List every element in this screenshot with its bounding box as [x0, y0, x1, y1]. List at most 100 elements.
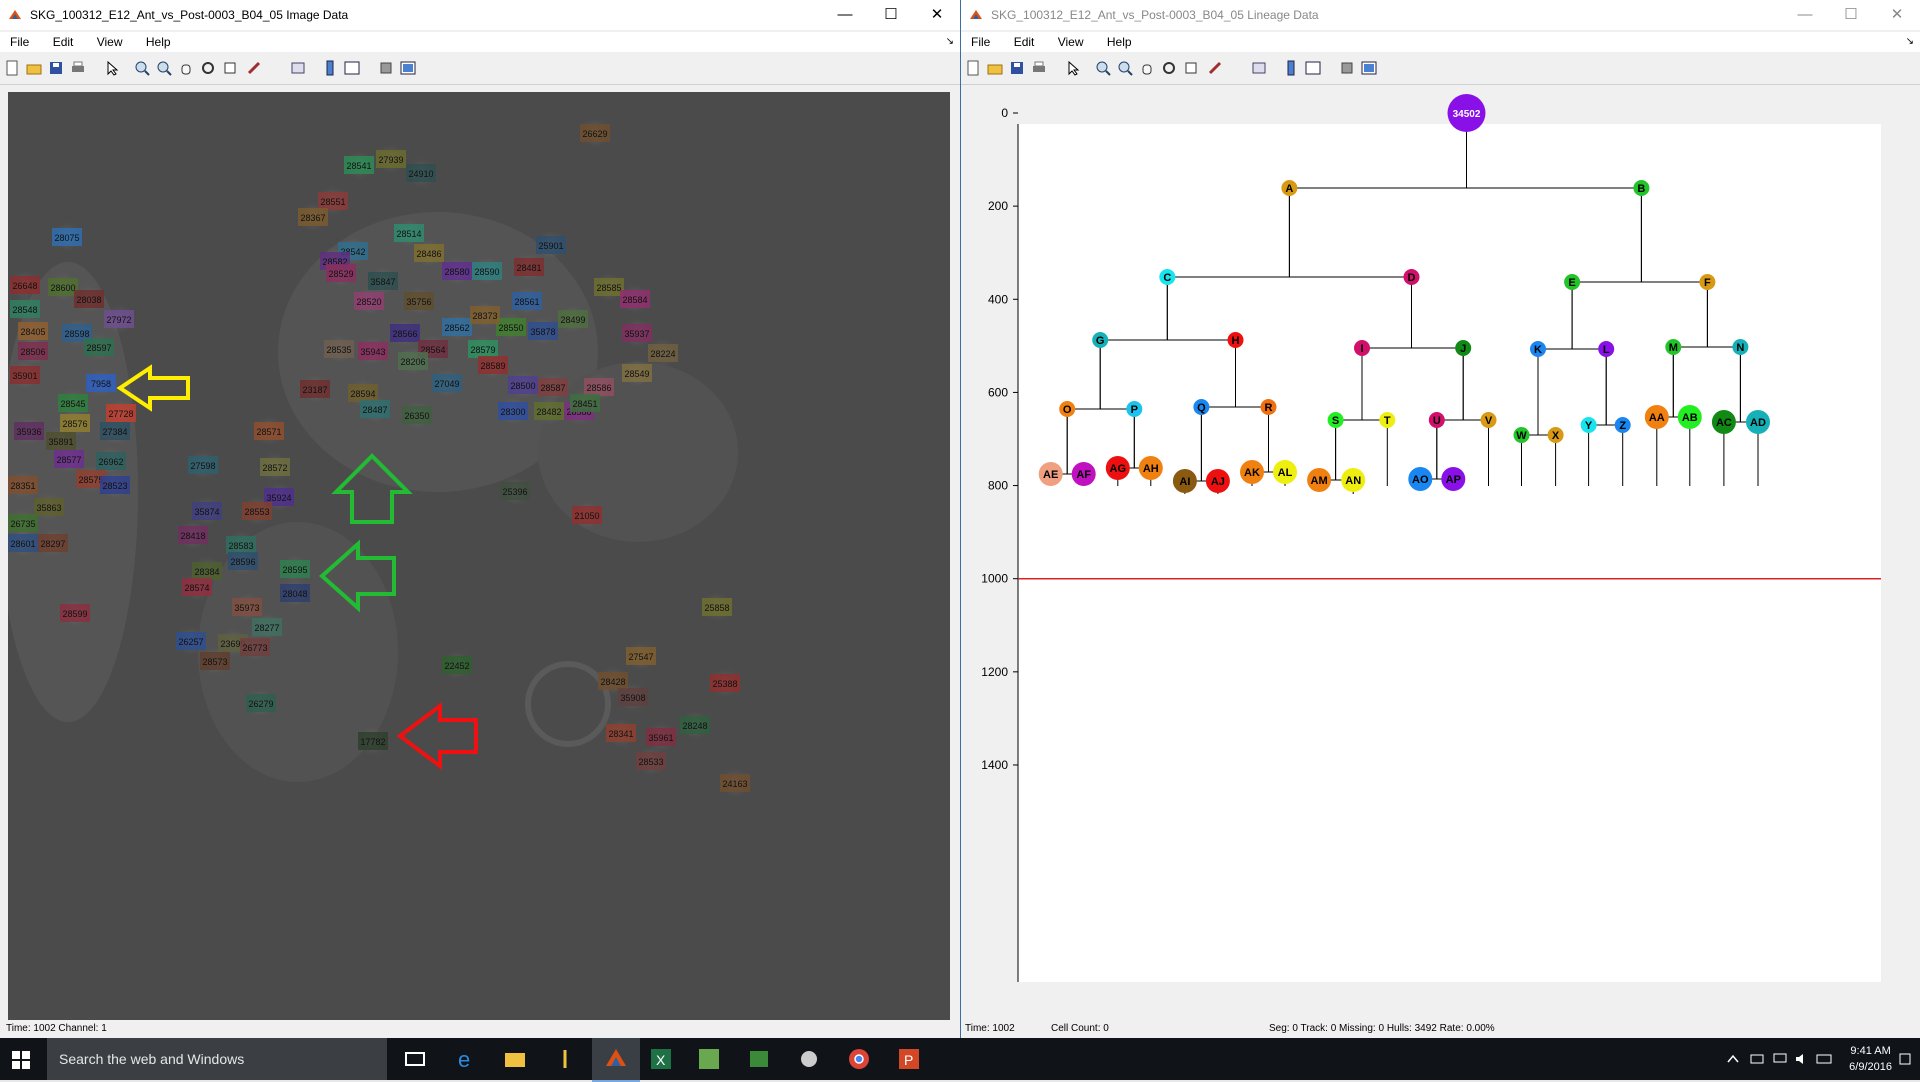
- battery-icon[interactable]: [1750, 1052, 1766, 1066]
- cell-label[interactable]: 28600: [48, 278, 78, 296]
- analysis-app-icon[interactable]: [744, 1045, 774, 1073]
- zoom-out-icon[interactable]: [1117, 60, 1133, 76]
- cell-label[interactable]: 26279: [246, 694, 276, 712]
- lineage-node-r[interactable]: R: [1260, 399, 1277, 415]
- cell-label[interactable]: 27384: [100, 422, 130, 440]
- brush-icon[interactable]: [1207, 60, 1223, 76]
- cell-label[interactable]: 28451: [570, 394, 600, 412]
- lineage-node-w[interactable]: W: [1513, 427, 1530, 443]
- lineage-node-i[interactable]: I: [1354, 340, 1370, 356]
- clock[interactable]: 9:41 AM 6/9/2016: [1849, 1043, 1892, 1075]
- save-icon[interactable]: [48, 60, 64, 76]
- cell-label[interactable]: 28418: [178, 526, 208, 544]
- lineage-node-k[interactable]: K: [1530, 341, 1546, 357]
- cell-label[interactable]: 28481: [514, 258, 544, 276]
- lineage-node-f[interactable]: F: [1699, 274, 1716, 290]
- cell-label[interactable]: 28599: [60, 604, 90, 622]
- close-button[interactable]: ✕: [1874, 0, 1920, 30]
- link-plot-icon[interactable]: [1251, 60, 1267, 76]
- pan-hand-icon[interactable]: [1139, 60, 1155, 76]
- cell-label[interactable]: 28549: [622, 364, 652, 382]
- cell-label[interactable]: 28482: [534, 402, 564, 420]
- lineage-node-ak[interactable]: AK: [1240, 460, 1264, 484]
- cell-label[interactable]: 28248: [680, 716, 710, 734]
- lineage-node-t[interactable]: T: [1379, 412, 1396, 428]
- cell-label[interactable]: 26773: [240, 638, 270, 656]
- cell-label[interactable]: 28523: [100, 476, 130, 494]
- menu-view[interactable]: View: [1058, 32, 1084, 49]
- lineage-node-ab[interactable]: AB: [1677, 405, 1702, 429]
- cell-label[interactable]: 35973: [232, 598, 262, 616]
- cell-label[interactable]: 28601: [8, 534, 38, 552]
- cell-label[interactable]: 28545: [58, 394, 88, 412]
- cell-label[interactable]: 28597: [84, 338, 114, 356]
- app-figure-icon[interactable]: [550, 1045, 580, 1073]
- minimize-button[interactable]: —: [1782, 0, 1828, 30]
- show-plot-tools-icon[interactable]: [1361, 60, 1377, 76]
- cell-label[interactable]: 27598: [188, 456, 218, 474]
- cell-label[interactable]: 28574: [182, 578, 212, 596]
- cell-label[interactable]: 28206: [398, 352, 428, 370]
- cell-label[interactable]: 28341: [606, 724, 636, 742]
- brush-icon[interactable]: [246, 60, 262, 76]
- microscopy-image[interactable]: 28541 27939 24910 28551 28367 28542 28582 28529…: [8, 92, 950, 1027]
- menu-help[interactable]: Help: [146, 32, 171, 49]
- taskbar-search-box[interactable]: Search the web and Windows: [47, 1038, 387, 1080]
- lineage-node-ah[interactable]: AH: [1138, 456, 1163, 480]
- dock-arrow-icon[interactable]: ↘: [1906, 36, 1914, 47]
- maximize-button[interactable]: ☐: [868, 0, 914, 30]
- cell-label[interactable]: 26350: [402, 406, 432, 424]
- cell-label[interactable]: 28535: [324, 340, 354, 358]
- hide-plot-tools-icon[interactable]: [378, 60, 394, 76]
- cell-label[interactable]: 28506: [18, 342, 48, 360]
- zoom-in-icon[interactable]: [1095, 60, 1111, 76]
- legend-icon[interactable]: [1305, 60, 1321, 76]
- lineage-node-u[interactable]: U: [1428, 412, 1445, 428]
- lineage-node-g[interactable]: G: [1092, 332, 1109, 348]
- rotate-icon[interactable]: [1161, 60, 1177, 76]
- cell-label[interactable]: 27939: [376, 150, 406, 168]
- menu-file[interactable]: File: [971, 32, 990, 49]
- windows-start-icon[interactable]: [12, 1051, 30, 1069]
- cell-label[interactable]: 28499: [558, 310, 588, 328]
- cell-label[interactable]: 28586: [584, 378, 614, 396]
- cell-label[interactable]: 28572: [260, 458, 290, 476]
- lineage-tree-plot[interactable]: 0200400600800100012001400 34502A BC D E FG HI…: [961, 86, 1920, 1016]
- matlab-taskbar-button[interactable]: [592, 1038, 640, 1082]
- menu-view[interactable]: View: [97, 32, 123, 49]
- cell-label[interactable]: 28297: [38, 534, 68, 552]
- cell-label[interactable]: 28487: [360, 400, 390, 418]
- new-file-icon[interactable]: [965, 60, 981, 76]
- task-view-icon[interactable]: [400, 1045, 430, 1073]
- cell-label[interactable]: 28550: [496, 318, 526, 336]
- notifications-icon[interactable]: [1898, 1052, 1912, 1066]
- cell-label[interactable]: 35756: [404, 292, 434, 310]
- cell-label[interactable]: 28579: [468, 340, 498, 358]
- cell-label[interactable]: 28562: [442, 318, 472, 336]
- pointer-icon[interactable]: [1065, 60, 1081, 76]
- cell-label[interactable]: 28589: [478, 356, 508, 374]
- lineage-node-j[interactable]: J: [1455, 340, 1472, 356]
- cell-label[interactable]: 28577: [54, 450, 84, 468]
- cell-label[interactable]: 28596: [228, 552, 258, 570]
- cell-label[interactable]: 28428: [598, 672, 628, 690]
- maximize-button[interactable]: ☐: [1828, 0, 1874, 30]
- open-folder-icon[interactable]: [987, 60, 1003, 76]
- cell-label[interactable]: 28384: [192, 562, 222, 580]
- cell-label[interactable]: 28553: [242, 502, 272, 520]
- cell-label[interactable]: 26735: [8, 514, 38, 532]
- lineage-node-p[interactable]: P: [1126, 401, 1143, 417]
- lineage-node-n[interactable]: N: [1732, 339, 1749, 355]
- lineage-node-s[interactable]: S: [1327, 412, 1344, 428]
- lineage-node-v[interactable]: V: [1480, 412, 1497, 428]
- cell-label[interactable]: 35891: [46, 432, 76, 450]
- cell-label[interactable]: 35936: [14, 422, 44, 440]
- lineage-node-ad[interactable]: AD: [1746, 410, 1770, 434]
- cell-label[interactable]: 35863: [34, 498, 64, 516]
- lineage-node-q[interactable]: Q: [1193, 399, 1210, 415]
- lineage-node-b[interactable]: B: [1633, 180, 1650, 196]
- lineage-node-aa[interactable]: AA: [1644, 405, 1669, 429]
- cell-label[interactable]: 25396: [500, 482, 530, 500]
- cell-label[interactable]: 28590: [472, 262, 502, 280]
- zoom-in-icon[interactable]: [134, 60, 150, 76]
